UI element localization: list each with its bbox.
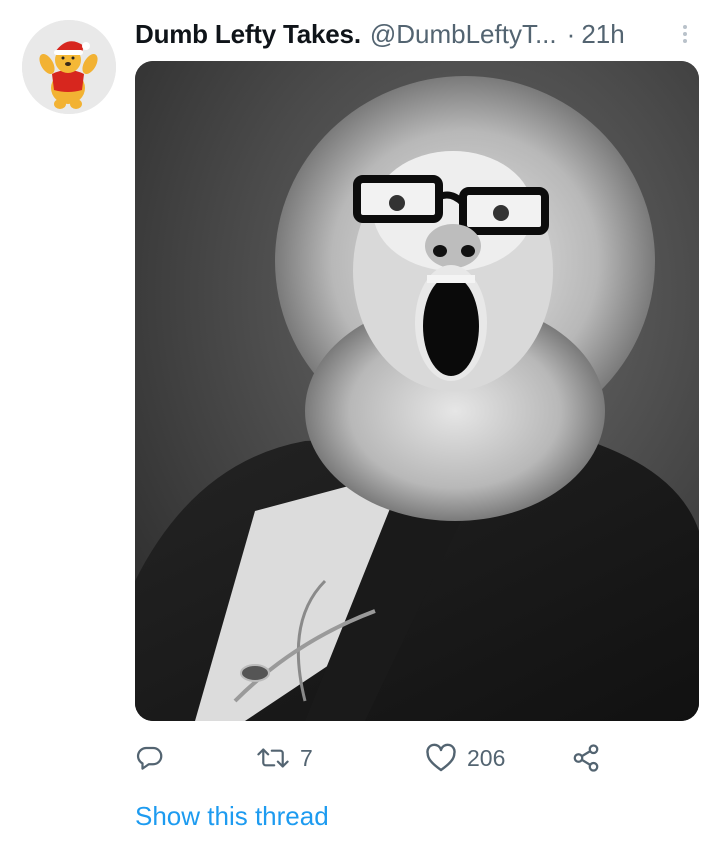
retweet-count: 7 bbox=[300, 744, 313, 771]
avatar-image bbox=[22, 20, 116, 114]
tweet-header: Dumb Lefty Takes. @DumbLeftyT... · 21h bbox=[135, 14, 696, 54]
reply-button[interactable] bbox=[135, 738, 165, 778]
avatar[interactable] bbox=[22, 20, 116, 114]
like-count: 206 bbox=[467, 744, 506, 771]
share-button[interactable] bbox=[571, 738, 601, 778]
retweet-button[interactable]: 7 bbox=[256, 738, 313, 778]
tweet-actions: 7 206 bbox=[135, 738, 615, 778]
portrait-photo bbox=[135, 61, 699, 721]
reply-icon bbox=[136, 746, 163, 770]
more-dot bbox=[683, 39, 687, 43]
timestamp[interactable]: 21h bbox=[581, 14, 624, 54]
retweet-icon bbox=[257, 748, 289, 768]
separator-dot: · bbox=[566, 19, 576, 49]
heart-icon bbox=[426, 743, 456, 772]
more-dot bbox=[683, 25, 687, 29]
more-icon[interactable] bbox=[674, 14, 696, 54]
share-icon bbox=[573, 744, 599, 772]
user-handle[interactable]: @DumbLeftyT... bbox=[370, 14, 557, 54]
display-name[interactable]: Dumb Lefty Takes. bbox=[135, 14, 361, 54]
tweet-image[interactable] bbox=[135, 61, 699, 721]
more-dot bbox=[683, 32, 687, 36]
show-thread-link[interactable]: Show this thread bbox=[135, 798, 329, 834]
like-button[interactable]: 206 bbox=[425, 738, 505, 778]
